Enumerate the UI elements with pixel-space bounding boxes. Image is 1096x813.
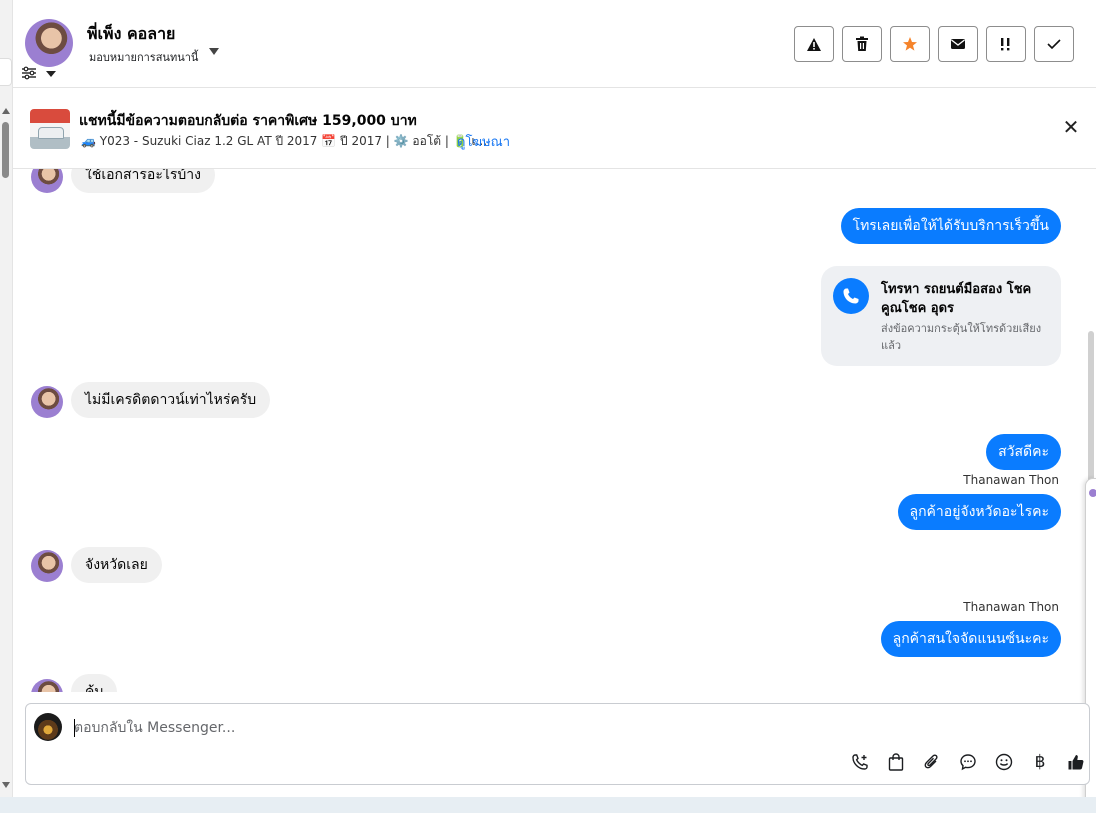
incoming-message[interactable]: ใช้เอกสารอะไรบ้าง (71, 169, 216, 193)
warning-icon (807, 37, 821, 51)
reply-composer: ฿ (25, 703, 1090, 785)
sender-name: Thanawan Thon (963, 473, 1059, 487)
car-ad-thumbnail[interactable] (30, 109, 70, 149)
contact-avatar[interactable] (25, 19, 73, 67)
mark-spam-button[interactable] (794, 26, 834, 62)
baht-icon[interactable]: ฿ (1031, 752, 1049, 772)
contact-avatar-small[interactable] (31, 679, 63, 692)
follow-up-button[interactable] (986, 26, 1026, 62)
close-icon[interactable]: ✕ (1062, 117, 1080, 137)
contact-avatar-small[interactable] (31, 550, 63, 582)
contact-name[interactable]: พี่เพ็ง คอลาย (87, 22, 175, 47)
banner-subtitle: 🚙 Y023 - Suzuki Ciaz 1.2 GL AT ปี 2017 📅… (81, 134, 488, 148)
incoming-message[interactable]: ไม่มีเครดิตดาวน์เท่าไหร่ครับ (71, 382, 271, 418)
header-action-buttons (794, 26, 1074, 62)
incoming-message[interactable]: จังหวัดเลย (71, 547, 162, 583)
outgoing-message[interactable]: สวัสดีคะ (986, 434, 1061, 470)
check-icon (1047, 39, 1061, 50)
outgoing-message[interactable]: โทรเลยเพื่อให้ได้รับบริการเร็วขึ้น (840, 208, 1061, 244)
mark-done-button[interactable] (1034, 26, 1074, 62)
contact-avatar-small[interactable] (31, 386, 63, 418)
trash-icon (856, 36, 868, 51)
paperclip-icon[interactable] (923, 752, 941, 772)
sender-name: Thanawan Thon (963, 600, 1059, 614)
incoming-message[interactable]: ค้บ (71, 674, 118, 692)
envelope-icon (951, 39, 965, 49)
page-bottom-band (0, 797, 1096, 813)
collapse-tab[interactable] (0, 58, 12, 86)
call-card-subtitle: ส่งข้อความกระตุ้นให้โทรด้วยเสียงแล้ว (881, 322, 1042, 352)
scroll-down-arrow-icon[interactable] (2, 782, 10, 788)
emoji-icon[interactable] (995, 752, 1013, 772)
avatar (1089, 489, 1096, 497)
star-button[interactable] (890, 26, 930, 62)
message-input[interactable] (74, 718, 774, 738)
left-scrollbar[interactable] (0, 0, 13, 800)
message-thread[interactable]: ใช้เอกสารอะไรบ้าง โทรเลยเพื่อให้ได้รับบร… (13, 169, 1083, 692)
chat-bubble-icon[interactable] (959, 752, 977, 772)
mark-unread-button[interactable] (938, 26, 978, 62)
composer-toolbar: ฿ (851, 752, 1085, 772)
assign-conversation-label[interactable]: มอบหมายการสนทนานี้ (89, 48, 198, 66)
messenger-inbox-conversation: พี่เพ็ง คอลาย มอบหมายการสนทนานี้ แชทนี้ม… (0, 0, 1096, 813)
page-avatar (34, 713, 62, 741)
assign-dropdown-caret-icon[interactable] (209, 48, 219, 55)
banner-title: แชทนี้มีข้อความตอบกลับต่อ ราคาพิเศษ 159,… (79, 113, 417, 129)
scrollbar-thumb[interactable] (2, 122, 9, 178)
shopping-bag-icon[interactable] (887, 752, 905, 772)
call-request-card[interactable]: โทรหา รถยนต์มือสอง โชคคูณโชค อุดร ส่งข้อ… (821, 266, 1061, 366)
call-add-icon[interactable] (851, 752, 869, 772)
contact-avatar-small[interactable] (31, 169, 63, 193)
delete-button[interactable] (842, 26, 882, 62)
filter-sliders-icon[interactable] (21, 66, 37, 80)
view-ad-link[interactable]: ดูโฆษณา (457, 131, 510, 152)
scroll-up-arrow-icon[interactable] (2, 108, 10, 114)
text-cursor (74, 719, 75, 737)
phone-icon (833, 278, 869, 314)
ad-reply-banner: แชทนี้มีข้อความตอบกลับต่อ ราคาพิเศษ 159,… (13, 88, 1096, 169)
outgoing-message[interactable]: ลูกค้าอยู่จังหวัดอะไรคะ (897, 494, 1061, 530)
thumbs-up-icon[interactable] (1067, 752, 1085, 772)
filter-dropdown-caret-icon[interactable] (46, 71, 56, 77)
outgoing-message[interactable]: ลูกค้าสนใจจัดแนนซ์นะคะ (880, 621, 1061, 657)
star-icon (903, 37, 917, 51)
conversation-header: พี่เพ็ง คอลาย มอบหมายการสนทนานี้ (13, 0, 1096, 88)
call-card-title: โทรหา รถยนต์มือสอง โชคคูณโชค อุดร (881, 282, 1032, 316)
priority-icon (1001, 38, 1010, 51)
